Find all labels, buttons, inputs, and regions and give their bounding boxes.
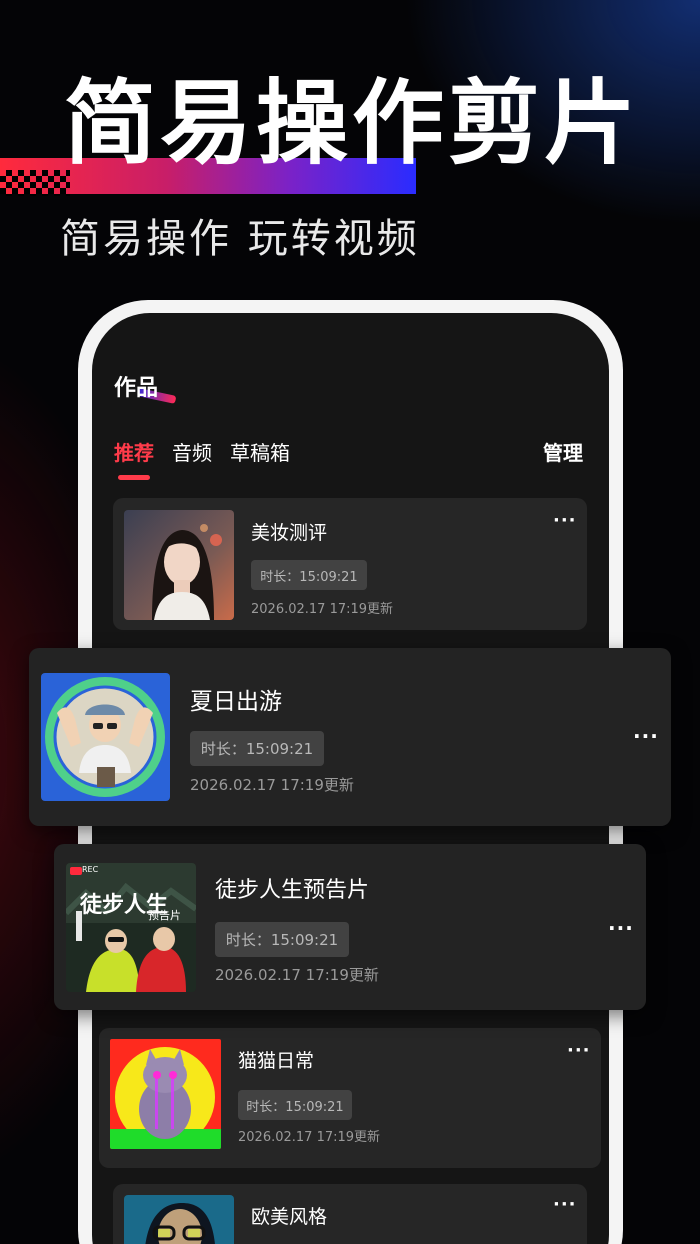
tab-bar: 推荐 音频 草稿箱: [114, 437, 290, 480]
tab-audio[interactable]: 音频: [172, 437, 212, 466]
updated-time: 2026.02.17 17:19更新: [238, 1130, 381, 1145]
hero-subtitle: 简易操作 玩转视频: [60, 216, 420, 262]
more-options-icon[interactable]: ···: [553, 1194, 577, 1215]
more-options-icon[interactable]: ···: [633, 724, 659, 748]
work-title: 猫猫日常: [238, 1050, 315, 1072]
updated-time: 2026.02.17 17:19更新: [215, 966, 379, 984]
work-title: 欧美风格: [251, 1206, 328, 1228]
work-card-hiking[interactable]: REC 徒步人生 预告片 徒步人生预告片 时长：15:09:21 2026.02…: [54, 844, 646, 1010]
thumbnail-cat: [110, 1039, 221, 1149]
checker-pattern: [0, 170, 70, 196]
duration-badge: 时长：15:09:21: [238, 1090, 352, 1120]
more-options-icon[interactable]: ···: [567, 1040, 591, 1061]
work-title: 徒步人生预告片: [215, 878, 370, 903]
manage-button[interactable]: 管理: [543, 437, 583, 466]
work-card-cat[interactable]: 猫猫日常 时长：15:09:21 2026.02.17 17:19更新 ···: [99, 1028, 601, 1168]
thumbnail-summer: [41, 673, 170, 801]
work-card-western[interactable]: 欧美风格 ···: [113, 1184, 587, 1244]
duration-badge: 时长：15:09:21: [190, 731, 324, 766]
duration-badge: 时长：15:09:21: [251, 560, 367, 590]
tab-drafts[interactable]: 草稿箱: [230, 437, 290, 466]
work-title: 美妆测评: [251, 522, 328, 544]
more-options-icon[interactable]: ···: [608, 916, 634, 940]
duration-badge: 时长：15:09:21: [215, 922, 349, 957]
thumb-tag-text: 预告片: [148, 909, 181, 922]
thumbnail-hiking: REC 徒步人生 预告片: [66, 863, 196, 992]
page-title: 作品: [114, 376, 159, 401]
more-options-icon[interactable]: ···: [553, 510, 577, 531]
hero-title: 简易操作剪片: [64, 70, 641, 177]
work-card-summer[interactable]: 夏日出游 时长：15:09:21 2026.02.17 17:19更新 ···: [29, 648, 671, 826]
updated-time: 2026.02.17 17:19更新: [190, 776, 354, 794]
work-card-makeup[interactable]: 美妆测评 时长：15:09:21 2026.02.17 17:19更新 ···: [113, 498, 587, 630]
thumb-rec-label: REC: [82, 865, 99, 874]
work-title: 夏日出游: [190, 689, 282, 715]
thumbnail-western: [124, 1195, 234, 1244]
thumbnail-portrait: [124, 510, 234, 620]
tab-recommend[interactable]: 推荐: [114, 437, 154, 480]
updated-time: 2026.02.17 17:19更新: [251, 602, 394, 617]
